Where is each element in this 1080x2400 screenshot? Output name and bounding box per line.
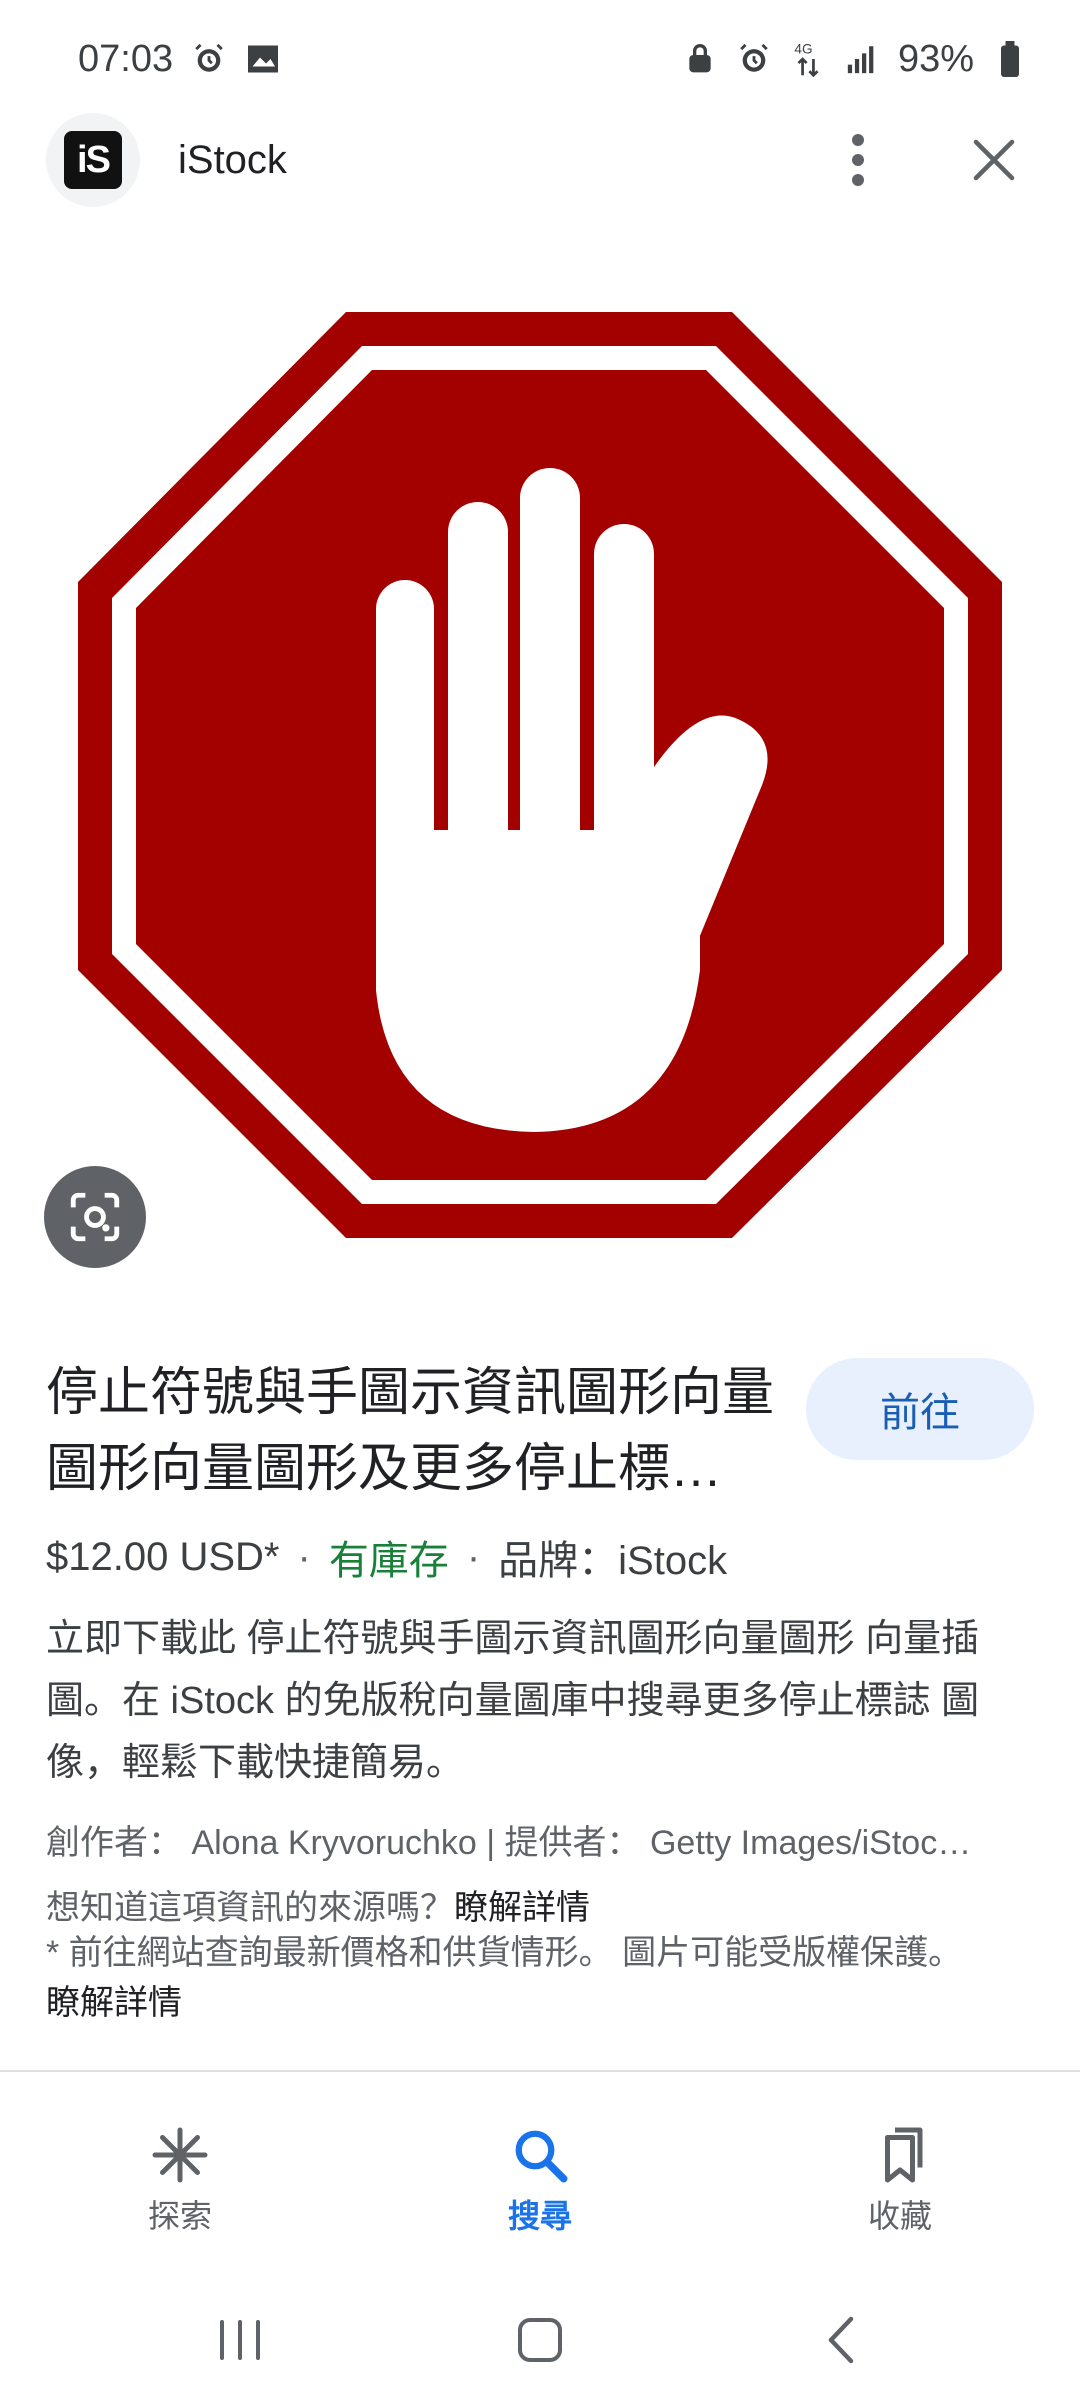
site-logo-mark: iS [64,131,122,189]
result-image[interactable] [0,270,1080,1260]
nav-label: 搜尋 [507,2198,572,2234]
visit-button[interactable]: 前往 [806,1358,1034,1460]
close-button[interactable] [954,120,1034,200]
recent-apps-icon [220,2320,260,2360]
discover-icon [152,2127,208,2183]
more-options-button[interactable] [818,120,898,200]
site-logo[interactable]: iS [46,113,140,207]
source-info: 想知道這項資訊的來源嗎？瞭解詳情 [46,1880,1036,1929]
separator-dot: · [466,1534,481,1579]
result-meta: $12.00 USD* · 有庫存 · 品牌：iStock [46,1528,1046,1586]
home-icon [518,2318,562,2362]
vpn-icon [682,41,718,77]
lens-icon [70,1192,120,1242]
divider [0,2070,1080,2072]
system-nav [0,2280,1080,2400]
back-icon [828,2316,854,2364]
collections-icon [885,2127,923,2183]
stop-hand-illustration [78,312,1002,1238]
gallery-icon [245,41,281,77]
status-bar: 07:03 4G 93% [0,0,1080,118]
learn-more-link[interactable]: 瞭解詳情 [454,1889,590,1927]
disclaimer-text: * 前往網站查詢最新價格和供貨情形。 圖片可能受版權保護。 [46,1934,963,1972]
back-button[interactable] [795,2295,885,2385]
svg-text:4G: 4G [794,42,812,57]
separator-dot: · [297,1534,311,1579]
result-description: 立即下載此 停止符號與手圖示資訊圖形向量圖形 向量插圖。在 iStock 的免版… [46,1618,980,1784]
disclaimer: * 前往網站查詢最新價格和供貨情形。 圖片可能受版權保護。 瞭解詳情 [46,1928,966,2028]
battery-percent: 93% [897,37,974,80]
nav-discover[interactable]: 探索 [80,2125,280,2237]
nav-label: 收藏 [867,2198,932,2234]
bottom-nav: 探索 搜尋 收藏 [0,2106,1080,2256]
nav-label: 探索 [147,2198,212,2234]
lens-search-button[interactable] [44,1166,146,1268]
search-icon [515,2130,568,2183]
signal-icon [844,41,880,77]
price: $12.00 USD* [46,1534,280,1579]
source-question: 想知道這項資訊的來源嗎？ [46,1889,454,1927]
alarm-icon [736,41,772,77]
brand: 品牌：iStock [498,1539,728,1583]
network-4g-icon: 4G [790,41,826,78]
disclaimer-learn-more-link[interactable]: 瞭解詳情 [46,1984,182,2022]
close-icon [973,139,1015,181]
status-left: 07:03 [78,38,281,81]
battery-icon [992,41,1028,77]
recent-apps-button[interactable] [195,2295,285,2385]
status-time: 07:03 [78,37,174,80]
status-right: 4G 93% [682,38,1028,81]
stock-status: 有庫存 [328,1539,449,1583]
home-button[interactable] [495,2295,585,2385]
result-title[interactable]: 停止符號與手圖示資訊圖形向量圖形向量圖形及更多停止標… [46,1355,786,1507]
nav-search[interactable]: 搜尋 [440,2125,640,2237]
image-credit: 創作者： Alona Kryvoruchko | 提供者： Getty Imag… [46,1824,972,1862]
alarm-icon [191,41,227,77]
site-name[interactable]: iStock [178,138,287,183]
result-header: iS iStock [0,112,1080,208]
more-vert-icon [852,134,864,186]
nav-collections[interactable]: 收藏 [800,2125,1000,2237]
